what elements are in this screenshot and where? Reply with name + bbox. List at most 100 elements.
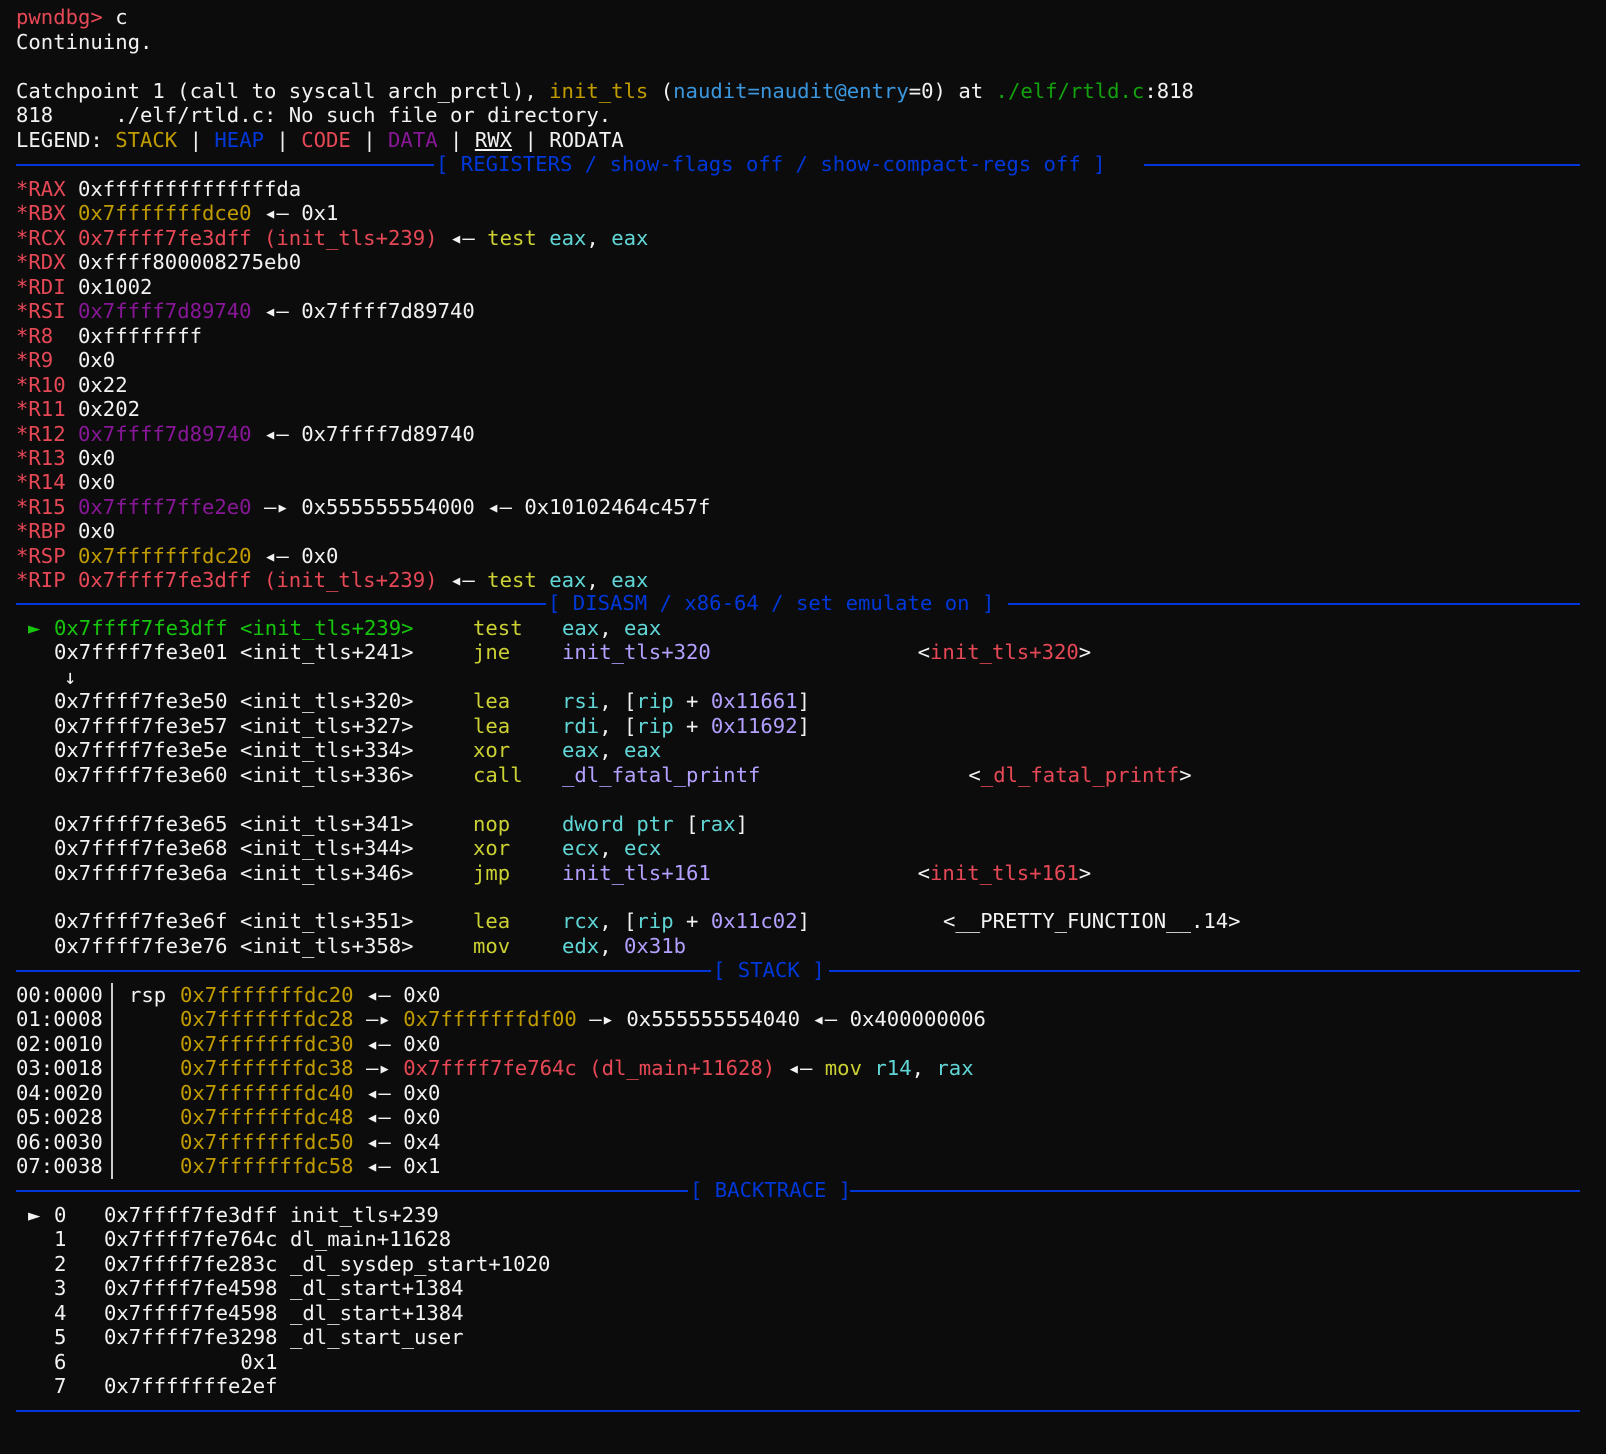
operands: _dl_fatal_printf (562, 763, 760, 788)
instruction-operand: eax (624, 738, 662, 763)
disasm-title: [ DISASM / x86-64 / set emulate on ] (548, 591, 995, 615)
mnemonic: jmp (473, 861, 510, 886)
legend-heap: HEAP (214, 128, 265, 152)
instruction-operand: rax (698, 811, 736, 836)
branch-arrow: ↓ (64, 665, 76, 690)
stack-register: rsp (129, 983, 166, 1008)
stack-value: 0x7ffff7fe764c (dl_main+11628) (403, 1056, 776, 1081)
stack-offset: 01:0008 (16, 1007, 103, 1032)
stack-value: ◂— 0x0 (353, 1031, 441, 1056)
current-marker: ► (28, 616, 40, 641)
stack-offset: 05:0028 (16, 1105, 103, 1130)
stack-value: ◂— 0x1 (353, 1154, 441, 1179)
frame-number: 0 (54, 1203, 67, 1227)
instruction-operand: init_tls+161 (562, 860, 711, 885)
disasm-row: 0x7ffff7fe3e6a <init_tls+346> (54, 861, 414, 886)
frame-row: 0x7ffff7fe764c dl_main+11628 (104, 1227, 451, 1252)
mnemonic: call (473, 763, 523, 788)
register-name: *RIP (16, 568, 78, 593)
register-value: 0xffff800008275eb0 (78, 250, 302, 275)
register-value: 0x7fffffffdce0 (78, 201, 252, 226)
stack-title: [ STACK ] (713, 958, 825, 982)
frame-index: 5 (54, 1325, 66, 1350)
register-name: *RDI (16, 274, 78, 299)
mnemonic: lea (473, 689, 510, 714)
frame-row: 0x7fffffffe2ef (104, 1374, 278, 1399)
register-row: *R14 0x0 (16, 470, 115, 495)
instruction-operand: dword ptr (562, 811, 674, 836)
stack-value: 0x7fffffffdc38 (180, 1056, 354, 1081)
instruction-annotation: <init_tls+161> (918, 861, 1092, 886)
instruction-operand: , [ (599, 689, 637, 714)
stack-separator: [ STACK ] (16, 958, 1580, 983)
stack-value: ◂— 0x0 (353, 983, 441, 1007)
current-instruction-marker-icon: ► (28, 616, 41, 640)
instruction-operand: edx (562, 933, 600, 958)
frame-index: 4 (54, 1301, 66, 1326)
stack-offset: 04:0020 (16, 1080, 103, 1105)
instruction-operand: ] (797, 689, 811, 714)
stack-index: 03:0018 (16, 1056, 103, 1081)
register-value: ◂— (437, 225, 488, 250)
instruction-mnemonic: lea (473, 909, 511, 934)
frame-symbol: dl_main+11628 (290, 1227, 452, 1252)
stack-row: 0x7fffffffdc50 ◂— 0x4 (180, 1130, 440, 1155)
register-row: *RDI 0x1002 (16, 275, 152, 300)
stack-value: 0x7fffffffdc20 (180, 983, 354, 1007)
stack-row: 0x7fffffffdc48 ◂— 0x0 (180, 1105, 440, 1130)
frame-number: 6 (54, 1349, 67, 1374)
annotation-part: > (1078, 640, 1092, 665)
registers-title: [ REGISTERS / show-flags off / show-comp… (436, 152, 1106, 176)
instruction-operand: rdi (562, 713, 600, 738)
instruction-annotation: <_dl_fatal_printf> (968, 763, 1191, 788)
frame-address: 0x7ffff7fe764c (104, 1227, 278, 1252)
mnemonic: test (473, 616, 523, 641)
instruction-annotation: <init_tls+320> (918, 640, 1092, 665)
instruction-operand: + (673, 689, 711, 714)
instruction-operand: + (673, 909, 711, 934)
frame-symbol: _dl_start+1384 (290, 1300, 464, 1325)
stack-value: 0x7fffffffdf00 (403, 1007, 577, 1032)
register-value: eax (549, 568, 587, 593)
operands: dword ptr [rax] (562, 812, 748, 837)
catchpoint-line: Catchpoint 1 (call to syscall arch_prctl… (16, 79, 1194, 103)
stack-index: 04:0020 (16, 1081, 103, 1106)
register-row: *R9 0x0 (16, 348, 115, 373)
stack-row: 0x7fffffffdc30 ◂— 0x0 (180, 1032, 440, 1057)
instruction-address: 0x7ffff7fe3e68 (54, 836, 228, 861)
legend: LEGEND: STACK | HEAP | CODE | DATA | RWX… (16, 128, 624, 152)
disasm-row: 0x7ffff7fe3e68 <init_tls+344> (54, 836, 414, 861)
frame-number: 1 (54, 1227, 67, 1252)
instruction-operand: rcx (562, 909, 600, 934)
instruction-symbol: <init_tls+336> (240, 762, 414, 787)
instruction-symbol: <init_tls+241> (240, 640, 414, 665)
register-name: *RBP (16, 519, 78, 544)
register-name: *R15 (16, 494, 78, 519)
instruction-address: 0x7ffff7fe3e76 (54, 933, 228, 958)
disasm-row: 0x7ffff7fe3e5e <init_tls+334> (54, 738, 414, 763)
instruction-mnemonic: lea (473, 713, 511, 738)
register-name: *R13 (16, 445, 78, 470)
instruction-operand: , [ (599, 909, 637, 934)
source-message: 818 ./elf/rtld.c: No such file or direct… (16, 103, 612, 127)
mnemonic: lea (473, 714, 510, 739)
instruction-operand: , (599, 836, 625, 861)
command: c (102, 5, 128, 29)
instruction-operand: 0x11c02 (710, 909, 798, 934)
frame-symbol: _dl_start+1384 (290, 1276, 464, 1301)
current-frame-marker: ► (28, 1203, 40, 1228)
register-name: *R9 (16, 348, 78, 373)
terminal-window[interactable]: pwndbg> c Continuing. Catchpoint 1 (call… (0, 0, 1606, 1454)
instruction-operand: 0x31b (624, 933, 687, 958)
instruction-operand: init_tls+320 (562, 640, 711, 665)
mnemonic: nop (473, 812, 510, 837)
register-row: *RSP 0x7fffffffdc20 ◂— 0x0 (16, 544, 338, 569)
register-value: 0x0 (78, 348, 116, 373)
frame-row: 0x7ffff7fe4598 _dl_start+1384 (104, 1276, 464, 1301)
frame-number: 3 (54, 1276, 67, 1301)
instruction-symbol: <init_tls+341> (240, 811, 414, 836)
